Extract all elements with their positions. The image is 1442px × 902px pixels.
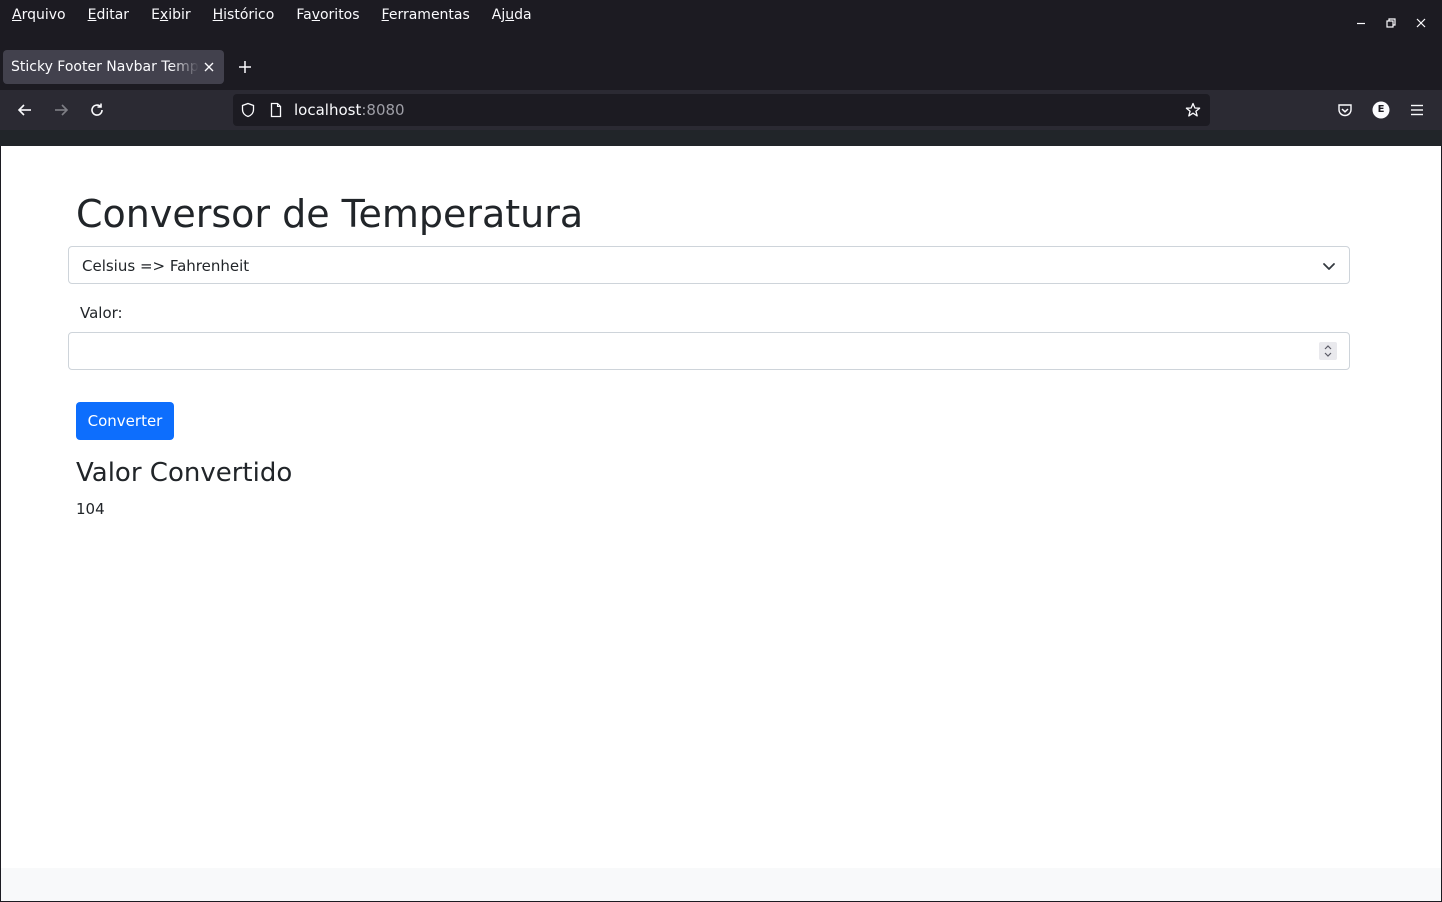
restore-button[interactable] [1380,12,1402,34]
tab-strip: Sticky Footer Navbar Template · Bootstra… [0,44,1442,90]
menu-item[interactable]: Arquivo [12,6,66,24]
hamburger-menu-icon [1411,104,1423,116]
page-footer [1,868,1441,901]
minimize-button[interactable] [1350,12,1372,34]
pocket-button[interactable] [1333,98,1357,122]
menu-item-mnemonic: H [212,7,224,23]
pocket-icon [1338,104,1352,117]
menu-item-label: rquivo [21,7,66,23]
url-bar[interactable]: localhost:8080 [233,94,1210,126]
menu-item-label: Fa [296,7,312,23]
window-border-left [0,146,1,902]
account-button[interactable]: E [1369,98,1393,122]
back-button[interactable] [13,98,37,122]
chevron-down-icon [1323,263,1335,270]
menu-item[interactable]: Histórico [213,6,275,24]
conversion-select[interactable]: Celsius => Fahrenheit [68,246,1350,284]
menu-item-label: oritos [319,7,360,23]
menu-item-mnemonic: F [381,7,389,23]
menu-bar: Arquivo Editar Exibir Histórico Favoritos Fer… [0,0,1442,44]
account-initial: E [1377,104,1385,115]
page-title: Conversor de Temperatura [76,192,584,236]
result-value: 104 [76,500,105,518]
menu-item-label: istórico [223,7,275,23]
shield-icon[interactable] [240,102,256,118]
reload-icon [91,103,103,116]
arrow-left-icon [17,104,31,116]
bookmark-star-icon[interactable] [1185,102,1201,118]
menu-item[interactable]: Exibir [151,6,191,24]
minimize-icon [1357,22,1365,25]
menu-item-label: Aj [491,7,506,23]
menu-item[interactable]: Ajuda [492,6,532,24]
value-label: Valor: [80,304,123,322]
menu-item-mnemonic: A [12,7,22,23]
app-menu-button[interactable] [1405,98,1429,122]
url-port: :8080 [361,101,405,119]
forward-button[interactable] [49,98,73,122]
reload-button[interactable] [85,98,109,122]
tab-close-button[interactable] [201,59,217,75]
menu-item-label: da [514,7,532,23]
browser-tab[interactable]: Sticky Footer Navbar Template · Bootstra… [3,50,224,84]
menu-item-mnemonic: x [159,7,169,23]
tab-title: Sticky Footer Navbar Template · Bootstra… [11,59,199,75]
conversion-select-value: Celsius => Fahrenheit [82,257,250,275]
result-heading: Valor Convertido [76,458,293,488]
page-navbar-strip [0,130,1442,146]
menu-item[interactable]: Ferramentas [382,6,470,24]
page-content: Conversor de Temperatura Celsius => Fahr… [1,146,1441,901]
page-icon[interactable] [268,102,284,118]
menu-item[interactable]: Editar [88,6,129,24]
menu-item-label: ibir [168,7,191,23]
menu-item-mnemonic: u [505,7,515,23]
menu-item-label: E [151,7,160,23]
convert-button[interactable]: Converter [76,402,174,440]
value-input[interactable] [68,332,1350,370]
menu-items: Arquivo Editar Exibir Histórico Favoritos Fer… [12,6,554,24]
new-tab-button[interactable] [234,56,256,78]
close-window-button[interactable] [1410,12,1432,34]
menu-item-label: erramentas [388,7,470,23]
restore-icon [1386,18,1396,28]
number-spinner[interactable] [1319,342,1337,360]
close-icon [1416,18,1426,28]
url-text: localhost:8080 [294,101,405,119]
menu-item-label: ditar [96,7,130,23]
plus-icon [239,61,251,73]
menu-item-mnemonic: v [311,7,320,23]
close-icon [204,62,214,72]
spinner-arrows-icon [1324,345,1332,357]
menu-item[interactable]: Favoritos [296,6,359,24]
nav-toolbar: localhost:8080 E [0,90,1442,130]
arrow-right-icon [55,104,69,116]
url-host: localhost [294,101,362,119]
